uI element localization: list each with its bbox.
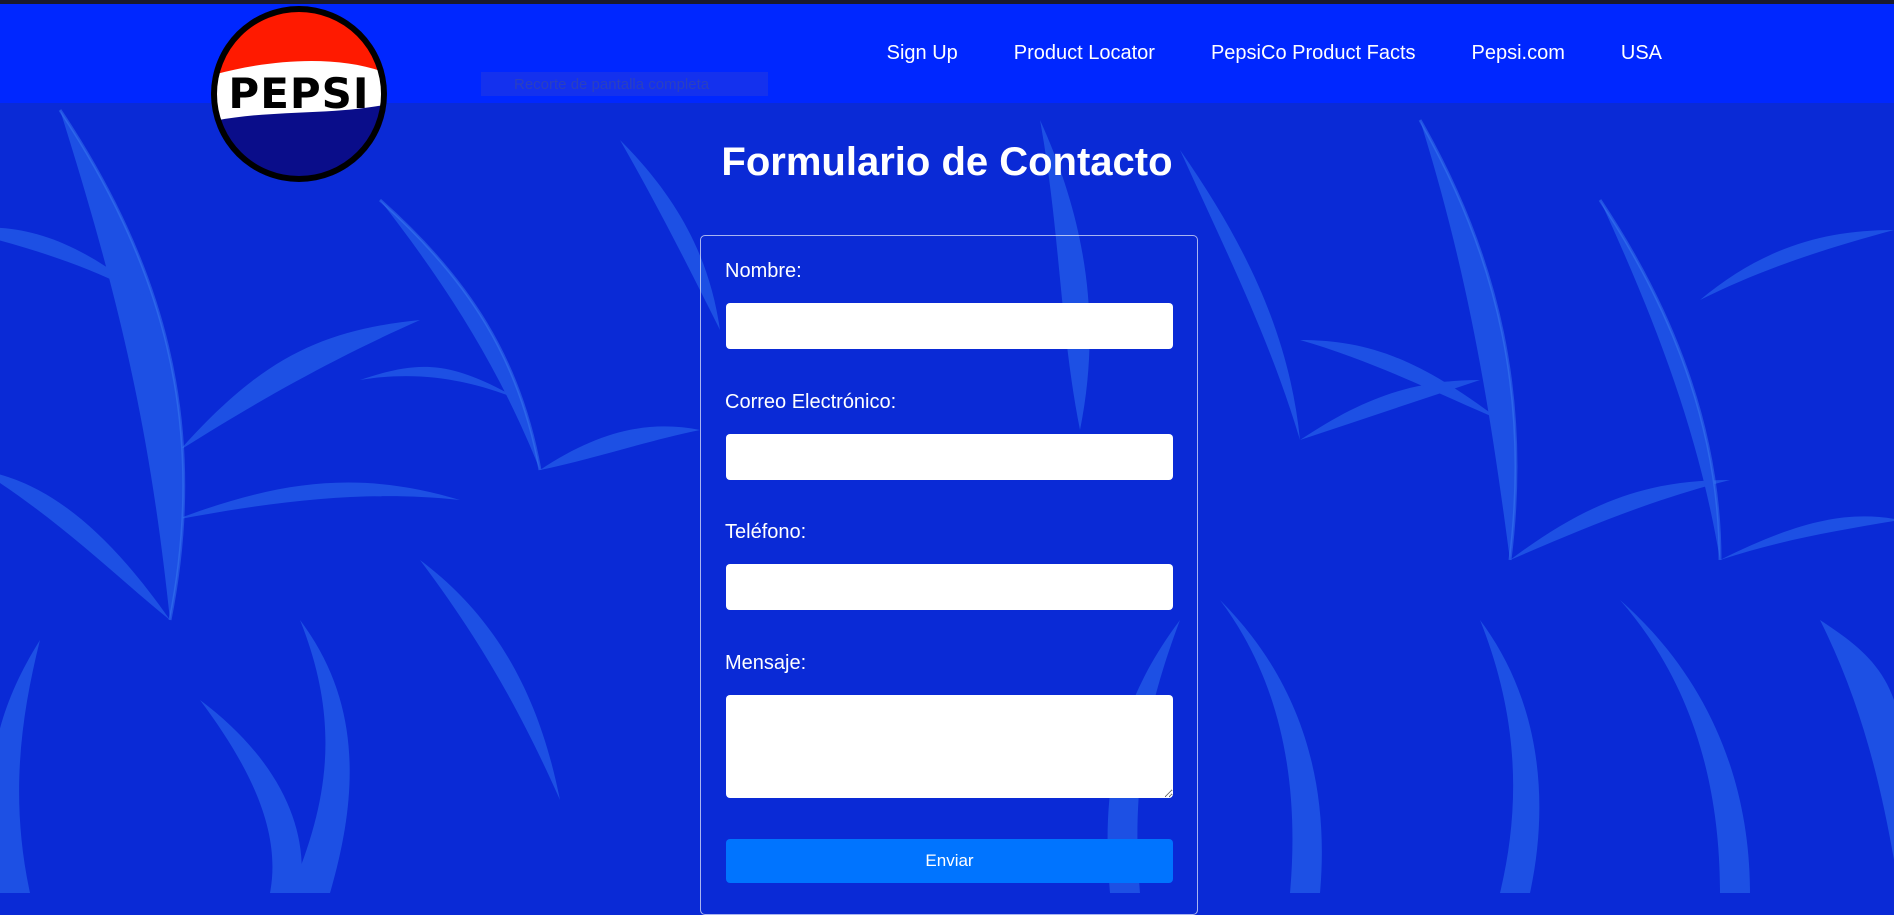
name-label: Nombre: xyxy=(725,260,802,282)
pepsi-globe-icon: PEPSI xyxy=(211,6,387,182)
nav-country-usa[interactable]: USA xyxy=(1621,42,1662,65)
main-nav: Sign Up Product Locator PepsiCo Product … xyxy=(831,42,1662,65)
submit-button[interactable]: Enviar xyxy=(726,839,1173,883)
name-input[interactable] xyxy=(726,303,1173,349)
nav-product-facts[interactable]: PepsiCo Product Facts xyxy=(1211,42,1416,65)
email-input[interactable] xyxy=(726,434,1173,480)
screen-clip-overlay-text: Recorte de pantalla completa xyxy=(514,76,710,93)
nav-product-locator[interactable]: Product Locator xyxy=(1014,42,1155,65)
nav-pepsi-com[interactable]: Pepsi.com xyxy=(1472,42,1565,65)
message-label: Mensaje: xyxy=(725,652,807,674)
email-label: Correo Electrónico: xyxy=(725,391,897,413)
nav-sign-up[interactable]: Sign Up xyxy=(887,42,958,65)
pepsi-logo[interactable]: PEPSI xyxy=(209,4,389,184)
logo-wordmark: PEPSI xyxy=(228,69,369,118)
message-textarea[interactable] xyxy=(726,695,1173,798)
phone-label: Teléfono: xyxy=(725,521,807,543)
phone-input[interactable] xyxy=(726,564,1173,610)
